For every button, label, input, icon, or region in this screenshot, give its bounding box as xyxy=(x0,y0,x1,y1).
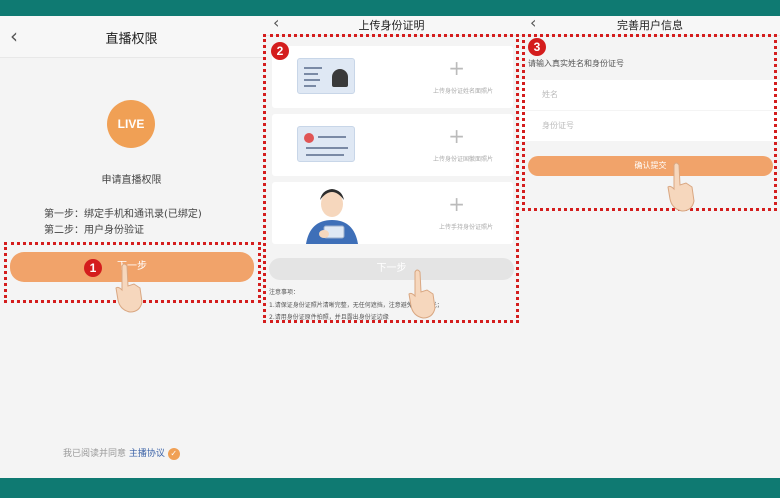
annotation-frame xyxy=(522,34,777,211)
step-one-text: 第一步：绑定手机和通讯录(已绑定) xyxy=(44,209,202,220)
page-title: 直播权限 xyxy=(105,32,158,47)
page-title: 完善用户信息 xyxy=(617,19,683,32)
tap-hand-icon xyxy=(408,269,436,319)
annotation-number-1: 1 xyxy=(84,259,102,277)
header: ‹ 直播权限 xyxy=(0,16,263,58)
annotation-number-3: 3 xyxy=(528,38,546,56)
step-two-text: 第二步：用户身份验证 xyxy=(44,225,144,236)
tap-hand-icon xyxy=(667,162,695,212)
check-icon[interactable]: ✓ xyxy=(167,447,180,460)
header: ‹ 上传身份证明 xyxy=(263,16,520,36)
annotation-frame xyxy=(263,34,519,323)
apply-text: 申请直播权限 xyxy=(101,175,162,186)
annotation-number-2: 2 xyxy=(271,42,289,60)
live-badge: LIVE xyxy=(107,100,155,148)
tap-hand-icon xyxy=(115,263,143,313)
agreement-row: 我已阅读并同意 主播协议 ✓ xyxy=(63,446,180,460)
page-title: 上传身份证明 xyxy=(358,19,425,32)
agreement-link[interactable]: 主播协议 xyxy=(129,449,165,459)
agree-text: 我已阅读并同意 xyxy=(63,449,127,459)
header: ‹ 完善用户信息 xyxy=(520,16,780,36)
